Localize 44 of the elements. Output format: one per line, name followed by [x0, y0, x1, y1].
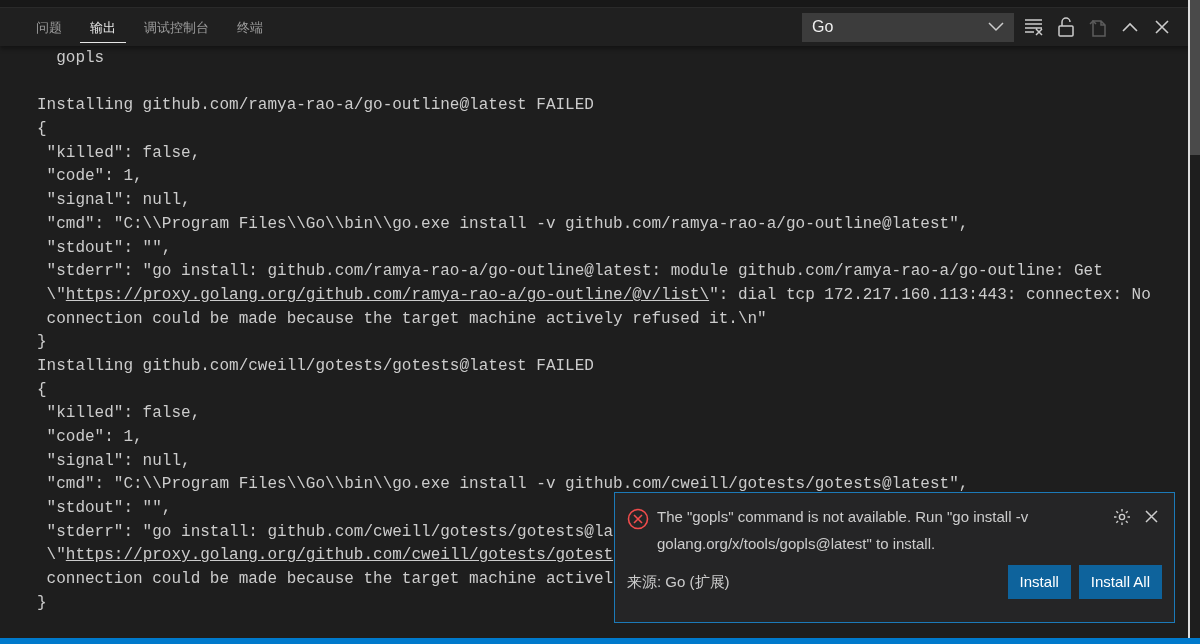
- output-line: "stdout": "",: [45, 237, 172, 259]
- chevron-up-icon[interactable]: [1122, 22, 1138, 32]
- clear-output-icon[interactable]: [1024, 18, 1044, 36]
- output-line: "stderr": "go install: github.com/ramya-rao-a/go-outline@latest: module github.com/ramya-rao-a/go-outline: Get: [45, 261, 1103, 283]
- output-line: {: [37, 119, 47, 141]
- unlock-icon[interactable]: [1057, 17, 1075, 37]
- close-icon[interactable]: [1145, 510, 1158, 523]
- output-line: "cmd": "C:\\Program Files\\Go\\bin\\go.exe install -v github.com/cweill/gotests/gotests@latest",: [45, 474, 969, 496]
- notification-button[interactable]: Install: [1007, 565, 1071, 599]
- output-line: "code": 1,: [45, 166, 143, 188]
- output-line: "code": 1,: [45, 427, 143, 448]
- url-link[interactable]: https://proxy.golang.org/github.com/ramya-rao-a/go-outline/@v/list\: [65, 285, 710, 304]
- output-line: "cmd": "C:\\Program Files\\Go\\bin\\go.exe install -v github.com/ramya-rao-a/go-outline@latest",: [45, 213, 969, 235]
- scrollbar-thumb[interactable]: [1190, 0, 1200, 155]
- url-link[interactable]: https://proxy.golang.org/github.com/cweill/gotests/gotest: [65, 546, 614, 565]
- output-line: }: [37, 332, 47, 354]
- close-icon[interactable]: [1155, 20, 1169, 34]
- panel-tab[interactable]: 调试控制台: [134, 10, 219, 44]
- output-line: "stdout": "",: [45, 498, 172, 520]
- output-text: \": [45, 285, 66, 304]
- notification-message: The "gopls" command is not available. Run "go install -v golang.org/x/tools/gopls@latest" to install.: [657, 507, 1030, 554]
- output-line: connection could be made because the target machine actively refused it.\n": [45, 308, 767, 330]
- output-line: "stderr": "go install: github.com/cweill/gotests/gotests@la: [45, 521, 614, 543]
- output-line: "signal": null,: [45, 450, 191, 472]
- output-text: ": dial tcp 172.217.160.113:443: connectex: No: [709, 285, 1151, 304]
- output-channel-dropdown[interactable]: Go: [802, 12, 1014, 42]
- output-line: "killed": false,: [45, 142, 201, 164]
- output-line: Installing github.com/cweill/gotests/gotests@latest FAILED: [37, 355, 594, 377]
- output-line: "killed": false,: [45, 403, 201, 425]
- notification-source: 来源: Go (扩展): [627, 571, 731, 592]
- output-line: }: [37, 592, 47, 614]
- panel-tab[interactable]: 终端: [227, 10, 273, 44]
- output-line: gopls: [55, 48, 105, 69]
- chevron-down-icon: [988, 22, 1004, 32]
- notification-button[interactable]: Install All: [1078, 565, 1162, 599]
- output-line: connection could be made because the target machine activel: [45, 569, 614, 591]
- output-line: "signal": null,: [45, 190, 191, 212]
- error-icon: [627, 508, 649, 530]
- output-text: \": [45, 546, 66, 565]
- output-line: Installing github.com/ramya-rao-a/go-outline@latest FAILED: [37, 95, 594, 117]
- panel-tab[interactable]: 问题: [26, 10, 72, 44]
- output-line: {: [37, 379, 47, 401]
- panel-tab[interactable]: 输出: [80, 10, 126, 44]
- gear-icon[interactable]: [1113, 508, 1131, 526]
